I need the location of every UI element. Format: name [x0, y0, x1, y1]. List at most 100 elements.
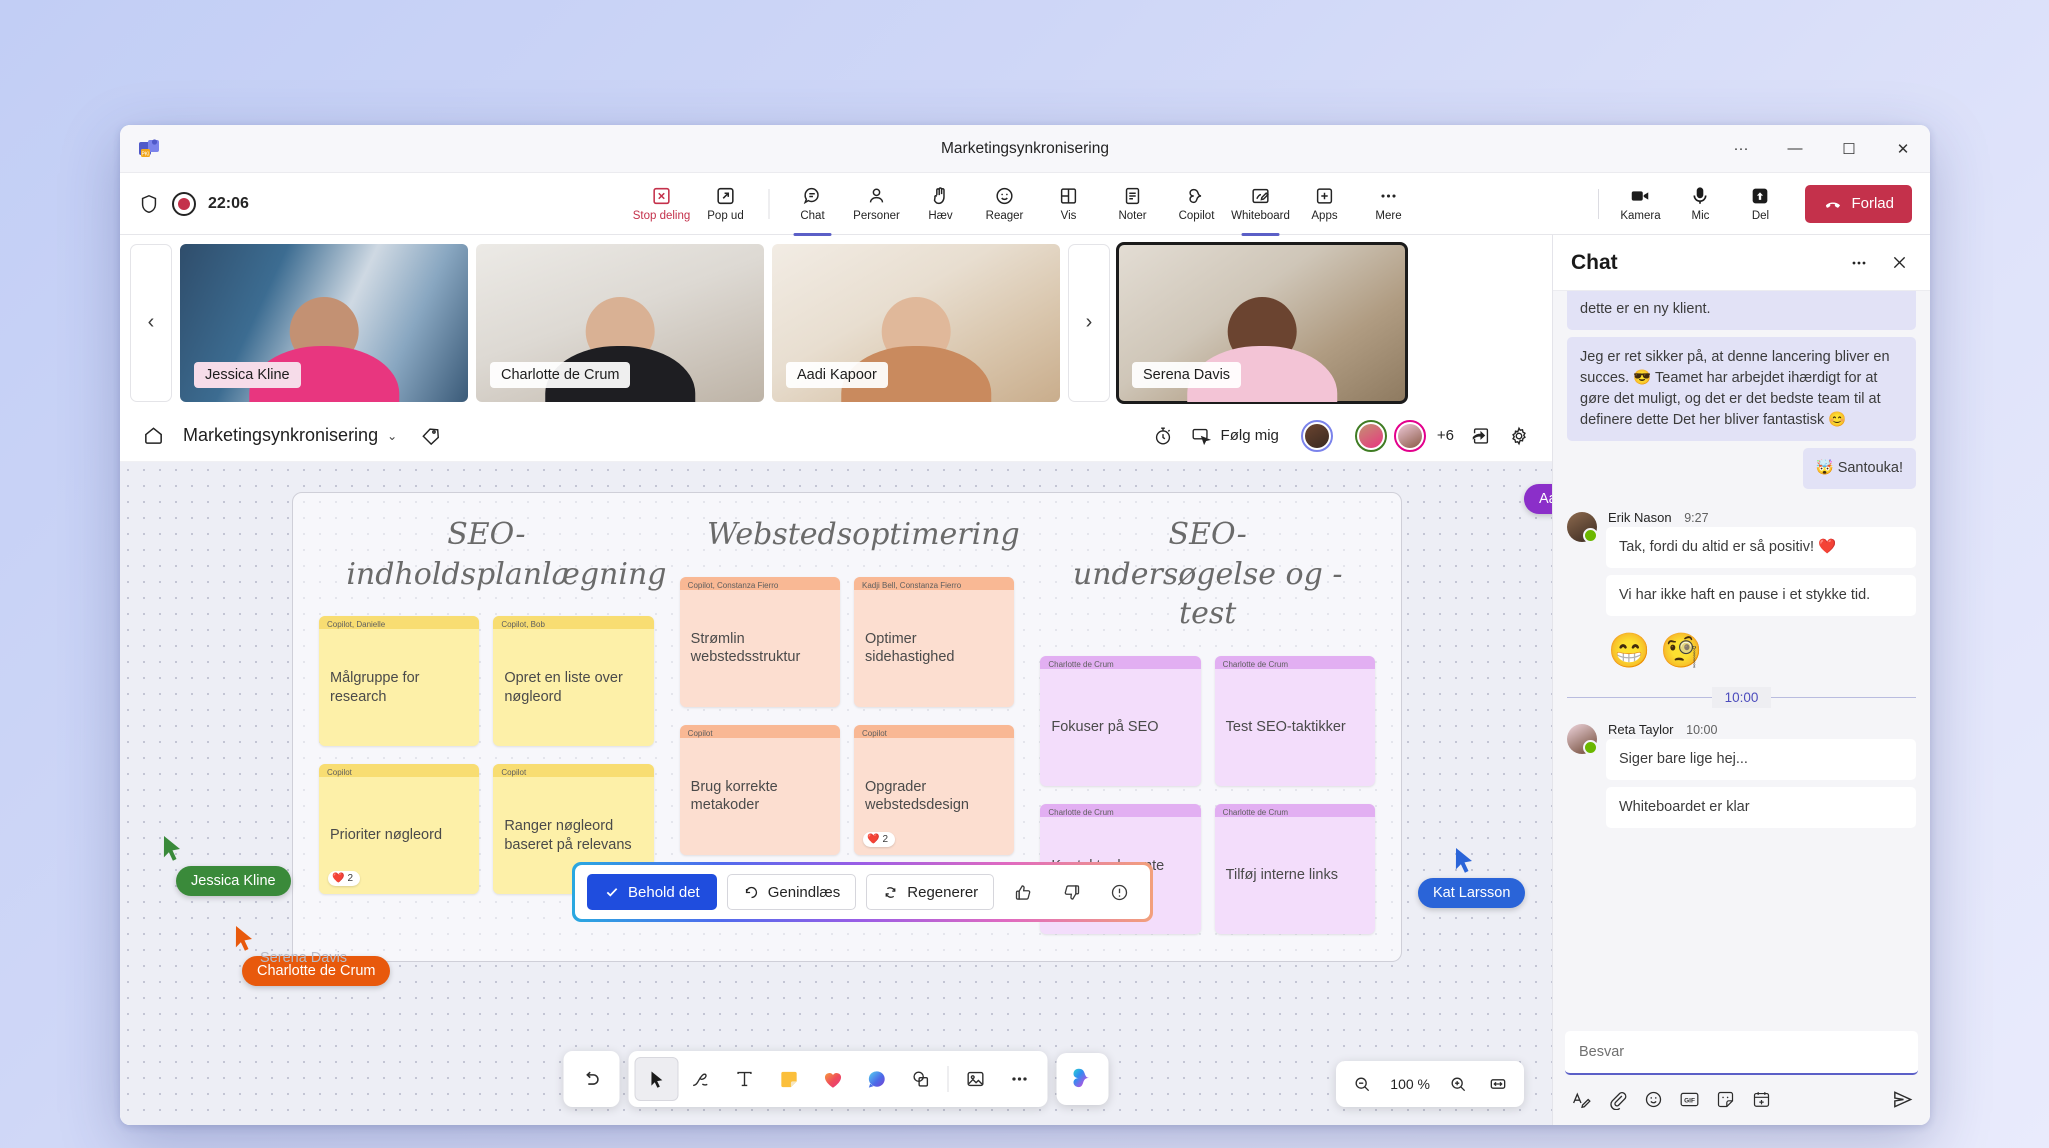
zoom-in-icon[interactable] — [1440, 1067, 1476, 1101]
cursor-label: Aadi Kapoor — [1524, 484, 1552, 514]
tag-icon[interactable] — [419, 424, 442, 447]
camera-button[interactable]: Kamera — [1611, 177, 1669, 231]
close-icon[interactable] — [1882, 246, 1916, 280]
zoom-out-icon[interactable] — [1344, 1067, 1380, 1101]
share-button[interactable]: Del — [1731, 177, 1789, 231]
copilot-fab-button[interactable] — [1056, 1053, 1109, 1105]
sticker-icon[interactable] — [1709, 1083, 1741, 1115]
reload-button[interactable]: Genindlæs — [726, 874, 857, 910]
chat-button[interactable]: Chat — [782, 177, 844, 236]
sticky-note[interactable]: Charlotte de Crum Tilføj interne links — [1214, 803, 1376, 934]
raise-hand-button[interactable]: Hæv — [910, 177, 972, 231]
chat-more-icon[interactable] — [1842, 246, 1876, 280]
strip-next-button[interactable]: › — [1068, 243, 1110, 402]
video-tile[interactable]: Charlotte de Crum — [476, 243, 764, 402]
sticky-note-icon[interactable] — [767, 1057, 811, 1101]
apps-label: Apps — [1311, 210, 1338, 222]
video-tile[interactable]: Jessica Kline — [180, 243, 468, 402]
window-minimize-button[interactable]: — — [1768, 125, 1822, 173]
leave-meeting-button[interactable]: Forlad — [1805, 184, 1912, 223]
avatar[interactable] — [1300, 419, 1333, 452]
thumbs-up-icon[interactable] — [1004, 874, 1042, 910]
chat-message: Erik Nason 9:27 Tak, fordi du altid er s… — [1567, 510, 1916, 673]
window-more-button[interactable]: ··· — [1714, 125, 1768, 173]
avatar[interactable] — [1354, 419, 1387, 452]
column-title: SEO-indholdsplanlægning — [346, 517, 667, 592]
avatar[interactable] — [1567, 724, 1598, 756]
apps-button[interactable]: Apps — [1294, 177, 1356, 231]
sticky-note[interactable]: Copilot Brug korrekte metakoder — [679, 724, 840, 855]
sticky-note[interactable]: Copilot Opgrader webstedsdesign ❤️ 2 — [854, 724, 1015, 855]
pop-out-button[interactable]: Pop ud — [695, 177, 757, 231]
note-reaction[interactable]: ❤️ 2 — [863, 831, 896, 847]
stop-sharing-label: Stop deling — [632, 210, 691, 222]
people-button[interactable]: Personer — [846, 177, 908, 231]
schedule-icon[interactable] — [1745, 1083, 1777, 1115]
gif-icon[interactable]: GIF — [1673, 1083, 1705, 1115]
home-icon[interactable] — [142, 424, 165, 447]
keep-it-button[interactable]: Behold det — [587, 874, 717, 910]
note-author: Charlotte de Crum — [1040, 803, 1201, 817]
note-author: Copilot — [854, 724, 1015, 738]
timer-icon[interactable] — [1152, 425, 1174, 447]
chat-compose-input[interactable]: Besvar — [1565, 1031, 1918, 1075]
follow-me-button[interactable]: Følg mig — [1190, 425, 1279, 447]
window-close-button[interactable]: ✕ — [1876, 125, 1930, 173]
chat-time-divider: 10:00 — [1567, 687, 1917, 709]
fit-to-screen-icon[interactable] — [1480, 1067, 1516, 1101]
avatar[interactable] — [1393, 419, 1426, 452]
note-text: Målgruppe for research — [330, 670, 420, 705]
sticky-note[interactable]: Copilot, Constanza Fierro Strømlin webst… — [679, 576, 840, 707]
video-tile-active[interactable]: Serena Davis — [1116, 241, 1408, 404]
sticky-note[interactable]: Copilot, Bob Opret en liste over nøgleor… — [493, 616, 654, 747]
whiteboard-canvas[interactable]: SEO-indholdsplanlægning Copilot, Daniell… — [120, 462, 1552, 1125]
window-maximize-button[interactable]: ☐ — [1822, 125, 1876, 173]
format-icon[interactable] — [1565, 1083, 1597, 1115]
undo-icon[interactable] — [570, 1057, 614, 1101]
chat-icon — [802, 185, 824, 207]
chat-message-list[interactable]: dette er en ny klient. Jeg er ret sikker… — [1553, 291, 1930, 1025]
more-button[interactable]: Mere — [1358, 177, 1420, 231]
notes-button[interactable]: Noter — [1102, 177, 1164, 231]
video-tile[interactable]: Aadi Kapoor — [772, 243, 1060, 402]
text-icon[interactable] — [723, 1057, 767, 1101]
react-button[interactable]: Reager — [974, 177, 1036, 231]
participant-avatars — [1300, 419, 1333, 452]
reaction-heart-icon[interactable] — [811, 1057, 855, 1101]
sticky-note[interactable]: Copilot, Danielle Målgruppe for research — [319, 616, 480, 747]
strip-prev-button[interactable]: ‹ — [130, 243, 172, 402]
attach-icon[interactable] — [1601, 1083, 1633, 1115]
image-icon[interactable] — [954, 1057, 998, 1101]
send-icon[interactable] — [1886, 1083, 1918, 1115]
chat-message: Reta Taylor 10:00 Siger bare lige hej...… — [1567, 722, 1916, 835]
pen-icon[interactable] — [679, 1057, 723, 1101]
select-pointer-icon[interactable] — [634, 1057, 679, 1101]
comment-bubble-icon[interactable] — [855, 1057, 899, 1101]
sticky-note[interactable]: Copilot Prioriter nøgleord ❤️ 2 — [319, 764, 480, 895]
microphone-button[interactable]: Mic — [1671, 177, 1729, 231]
whiteboard-header-actions: Følg mig +6 — [1152, 419, 1530, 452]
zoom-controls: 100 % — [1336, 1061, 1524, 1107]
info-icon[interactable] — [1100, 874, 1138, 910]
emoji-icon[interactable] — [1637, 1083, 1669, 1115]
gear-icon[interactable] — [1508, 425, 1530, 447]
stop-sharing-button[interactable]: Stop deling — [631, 177, 693, 231]
share-board-icon[interactable] — [1470, 425, 1492, 447]
avatar-overflow-count[interactable]: +6 — [1437, 427, 1454, 444]
shapes-icon[interactable] — [899, 1057, 943, 1101]
sticky-note[interactable]: Charlotte de Crum Fokuser på SEO — [1040, 655, 1201, 786]
regenerate-label: Regenerer — [907, 883, 979, 901]
note-reaction[interactable]: ❤️ 2 — [328, 871, 361, 887]
title-bar: PKI Marketingsynkronisering ··· — ☐ ✕ — [120, 125, 1930, 173]
regenerate-button[interactable]: Regenerer — [866, 874, 995, 910]
copilot-button[interactable]: Copilot — [1166, 177, 1228, 231]
sticky-note[interactable]: Kadji Bell, Constanza Fierro Optimer sid… — [854, 576, 1015, 707]
chevron-down-icon[interactable]: ⌄ — [387, 429, 397, 443]
more-tools-icon[interactable] — [998, 1057, 1042, 1101]
avatar[interactable] — [1567, 512, 1598, 544]
whiteboard-button[interactable]: Whiteboard — [1230, 177, 1292, 236]
view-button[interactable]: Vis — [1038, 177, 1100, 231]
thumbs-down-icon[interactable] — [1052, 874, 1090, 910]
sticky-note[interactable]: Charlotte de Crum Test SEO-taktikker — [1214, 655, 1376, 786]
zoom-level[interactable]: 100 % — [1384, 1076, 1436, 1092]
